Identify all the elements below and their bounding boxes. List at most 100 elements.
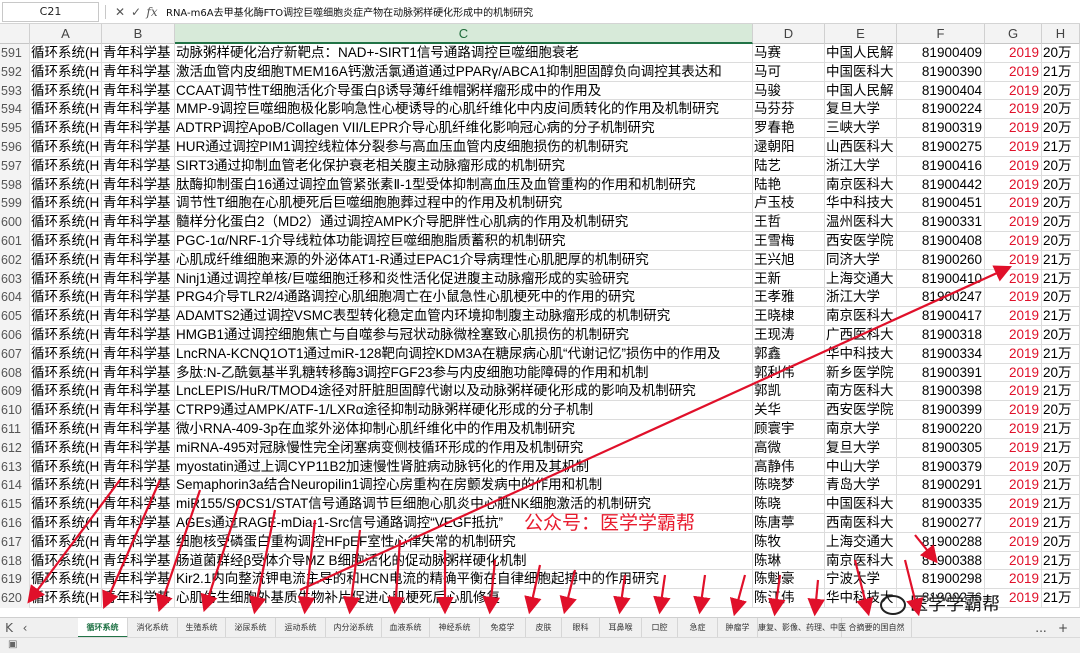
cell-d[interactable]: 罗春艳 [753,119,825,138]
cell-a[interactable]: 循环系统(H [30,138,102,157]
column-header-a[interactable]: A [30,24,102,44]
add-sheet-button[interactable]: + [1054,618,1072,638]
cell-f[interactable]: 81900277 [897,514,985,533]
cell-a[interactable]: 循环系统(H [30,420,102,439]
row-header[interactable]: 610 [0,401,30,420]
cell-g[interactable]: 2019 [985,551,1042,571]
cell-g[interactable]: 2019 [985,495,1042,514]
cell-a[interactable]: 循环系统(H [30,194,102,214]
cell-g[interactable]: 2019 [985,438,1042,458]
macro-record-icon[interactable]: ▣ [8,639,17,650]
row-header[interactable]: 618 [0,551,30,571]
cell-b[interactable]: 青年科学基 [102,344,175,364]
cell-b[interactable]: 青年科学基 [102,62,175,82]
cell-d[interactable]: 陈晓梦 [753,476,825,496]
cell-h[interactable]: 21万 [1042,250,1080,270]
sheet-tab[interactable]: 循环系统 [78,618,128,638]
cell-g[interactable]: 2019 [985,420,1042,439]
cell-d[interactable]: 郭利伟 [753,363,825,383]
cell-d[interactable]: 高微 [753,438,825,458]
select-all-corner[interactable] [0,24,30,44]
cell-f[interactable]: 81900334 [897,344,985,364]
cell-h[interactable]: 21万 [1042,551,1080,571]
cell-e[interactable]: 南方医科大 [825,382,897,402]
cell-g[interactable]: 2019 [985,269,1042,289]
cell-b[interactable]: 青年科学基 [102,382,175,402]
sheet-tab[interactable]: 眼科 [562,618,600,638]
cell-e[interactable]: 中国医科大 [825,62,897,82]
cell-f[interactable]: 81900291 [897,476,985,496]
cell-g[interactable]: 2019 [985,570,1042,590]
cell-b[interactable]: 青年科学基 [102,288,175,308]
cell-a[interactable]: 循环系统(H [30,100,102,120]
cell-h[interactable]: 20万 [1042,81,1080,101]
cell-f[interactable]: 81900451 [897,194,985,214]
cell-b[interactable]: 青年科学基 [102,570,175,590]
row-header[interactable]: 603 [0,269,30,289]
row-header[interactable]: 605 [0,307,30,326]
cell-e[interactable]: 南京医科大 [825,175,897,195]
cell-g[interactable]: 2019 [985,288,1042,308]
formula-input[interactable]: RNA-m6A去甲基化酶FTO调控巨噬细胞炎症产物在动脉粥样硬化形成中的机制研究 [166,4,533,19]
column-header-h[interactable]: H [1042,24,1080,44]
cell-b[interactable]: 青年科学基 [102,532,175,552]
cell-e[interactable]: 上海交通大 [825,269,897,289]
cell-d[interactable]: 逯朝阳 [753,138,825,157]
more-sheets-button[interactable]: ... [1032,618,1050,638]
cell-f[interactable]: 81900399 [897,401,985,420]
cell-f[interactable]: 81900404 [897,81,985,101]
column-header-b[interactable]: B [102,24,175,44]
cell-a[interactable]: 循环系统(H [30,438,102,458]
cell-h[interactable]: 21万 [1042,476,1080,496]
cell-e[interactable]: 中山大学 [825,457,897,477]
sheet-tab[interactable]: 生殖系统 [178,618,226,638]
cell-e[interactable]: 广西医科大 [825,326,897,345]
cell-d[interactable]: 陈牧 [753,532,825,552]
cell-a[interactable]: 循环系统(H [30,81,102,101]
cell-h[interactable]: 21万 [1042,438,1080,458]
cell-b[interactable]: 青年科学基 [102,457,175,477]
cell-h[interactable]: 21万 [1042,420,1080,439]
cell-c[interactable]: PGC-1α/NRF-1介导线粒体功能调控巨噬细胞脂质蓄积的机制研究 [175,232,753,251]
sheet-tab[interactable]: 耳鼻喉 [600,618,642,638]
cell-b[interactable]: 青年科学基 [102,119,175,138]
cell-g[interactable]: 2019 [985,363,1042,383]
cell-c[interactable]: Semaphorin3a结合Neuropilin1调控心房重构在房颤发病中的作用… [175,476,753,496]
cell-d[interactable]: 陈魁豪 [753,570,825,590]
cell-g[interactable]: 2019 [985,194,1042,214]
cell-c[interactable]: SIRT3通过抑制血管老化保护衰老相关腹主动脉瘤形成的机制研究 [175,156,753,176]
cell-e[interactable]: 山西医科大 [825,138,897,157]
cell-h[interactable]: 20万 [1042,532,1080,552]
sheet-tab[interactable]: 急症 [678,618,718,638]
cell-d[interactable]: 王晓棣 [753,307,825,326]
cell-h[interactable]: 21万 [1042,589,1080,608]
cell-h[interactable]: 21万 [1042,514,1080,533]
cell-c[interactable]: ADAMTS2通过调控VSMC表型转化稳定血管内环境抑制腹主动脉瘤形成的机制研究 [175,307,753,326]
cell-d[interactable]: 王哲 [753,213,825,232]
cell-a[interactable]: 循环系统(H [30,495,102,514]
cell-e[interactable]: 南京大学 [825,420,897,439]
cell-e[interactable]: 华中科技大 [825,344,897,364]
row-header[interactable]: 611 [0,420,30,439]
column-header-e[interactable]: E [825,24,897,44]
cell-a[interactable]: 循环系统(H [30,250,102,270]
cell-f[interactable]: 81900288 [897,532,985,552]
row-header[interactable]: 607 [0,344,30,364]
cell-d[interactable]: 陈唐葶 [753,514,825,533]
prev-sheet-arrow-icon[interactable]: ‹ [18,618,32,638]
cell-d[interactable]: 马可 [753,62,825,82]
cell-f[interactable]: 81900409 [897,44,985,63]
row-header[interactable]: 592 [0,62,30,82]
cell-b[interactable]: 青年科学基 [102,420,175,439]
cell-e[interactable]: 宁波大学 [825,570,897,590]
cell-a[interactable]: 循环系统(H [30,156,102,176]
row-header[interactable]: 600 [0,213,30,232]
cell-a[interactable]: 循环系统(H [30,269,102,289]
cell-e[interactable]: 复旦大学 [825,438,897,458]
cell-h[interactable]: 21万 [1042,344,1080,364]
cell-f[interactable]: 81900442 [897,175,985,195]
cell-c[interactable]: ADTRP调控ApoB/Collagen VII/LEPR介导心肌纤维化影响冠心… [175,119,753,138]
cell-a[interactable]: 循环系统(H [30,476,102,496]
cell-c[interactable]: 多肽:N-乙酰氨基半乳糖转移酶3调控FGF23参与内皮细胞功能障碍的作用和机制 [175,363,753,383]
cell-b[interactable]: 青年科学基 [102,495,175,514]
